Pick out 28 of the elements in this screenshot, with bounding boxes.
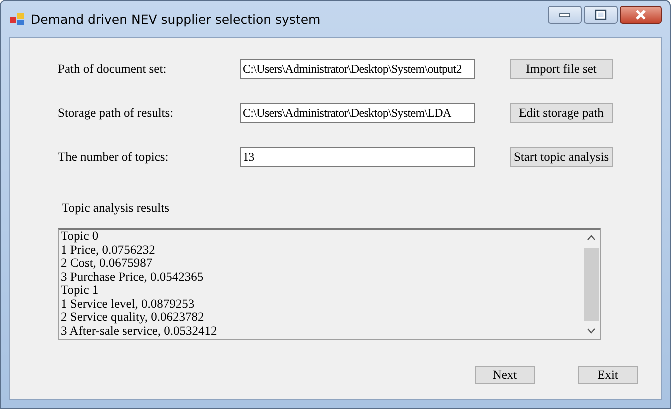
result-line: 2 Service quality, 0.0623782 — [61, 311, 206, 324]
field-label: Storage path of results: — [58, 106, 175, 120]
maximize-icon — [594, 9, 608, 21]
minimize-button[interactable] — [548, 6, 582, 24]
minimize-icon — [558, 12, 572, 18]
app-icon — [9, 12, 25, 26]
maximize-button[interactable] — [584, 6, 618, 24]
text-field[interactable]: C:\Users\Administrator\Desktop\System\LDA — [240, 103, 475, 123]
text-field[interactable]: C:\Users\Administrator\Desktop\System\output2 — [240, 59, 475, 79]
window-title: Demand driven NEV supplier selection system — [31, 12, 322, 26]
result-line: 2 Cost, 0.0675987 — [61, 257, 154, 270]
result-line: Topic 0 — [61, 230, 100, 244]
field-label: The number of topics: — [58, 150, 170, 164]
dialog-button[interactable]: Exit — [578, 366, 638, 384]
field-label: Path of document set: — [58, 62, 168, 76]
results-label: Topic analysis results — [62, 201, 170, 216]
dialog-button[interactable]: Next — [475, 366, 535, 384]
text-field[interactable]: 13 — [240, 147, 475, 167]
close-button[interactable] — [620, 6, 662, 24]
result-line: Topic 1 — [61, 284, 100, 298]
action-button[interactable]: Edit storage path — [510, 103, 613, 123]
action-button[interactable]: Start topic analysis — [510, 147, 613, 167]
result-line: 3 After-sale service, 0.0532412 — [61, 324, 218, 338]
result-line: 1 Service level, 0.0879253 — [61, 298, 196, 311]
action-button[interactable]: Import file set — [510, 59, 613, 79]
result-line: 3 Purchase Price, 0.0542365 — [61, 270, 205, 284]
close-icon — [634, 9, 648, 21]
result-line: 1 Price, 0.0756232 — [61, 244, 156, 257]
